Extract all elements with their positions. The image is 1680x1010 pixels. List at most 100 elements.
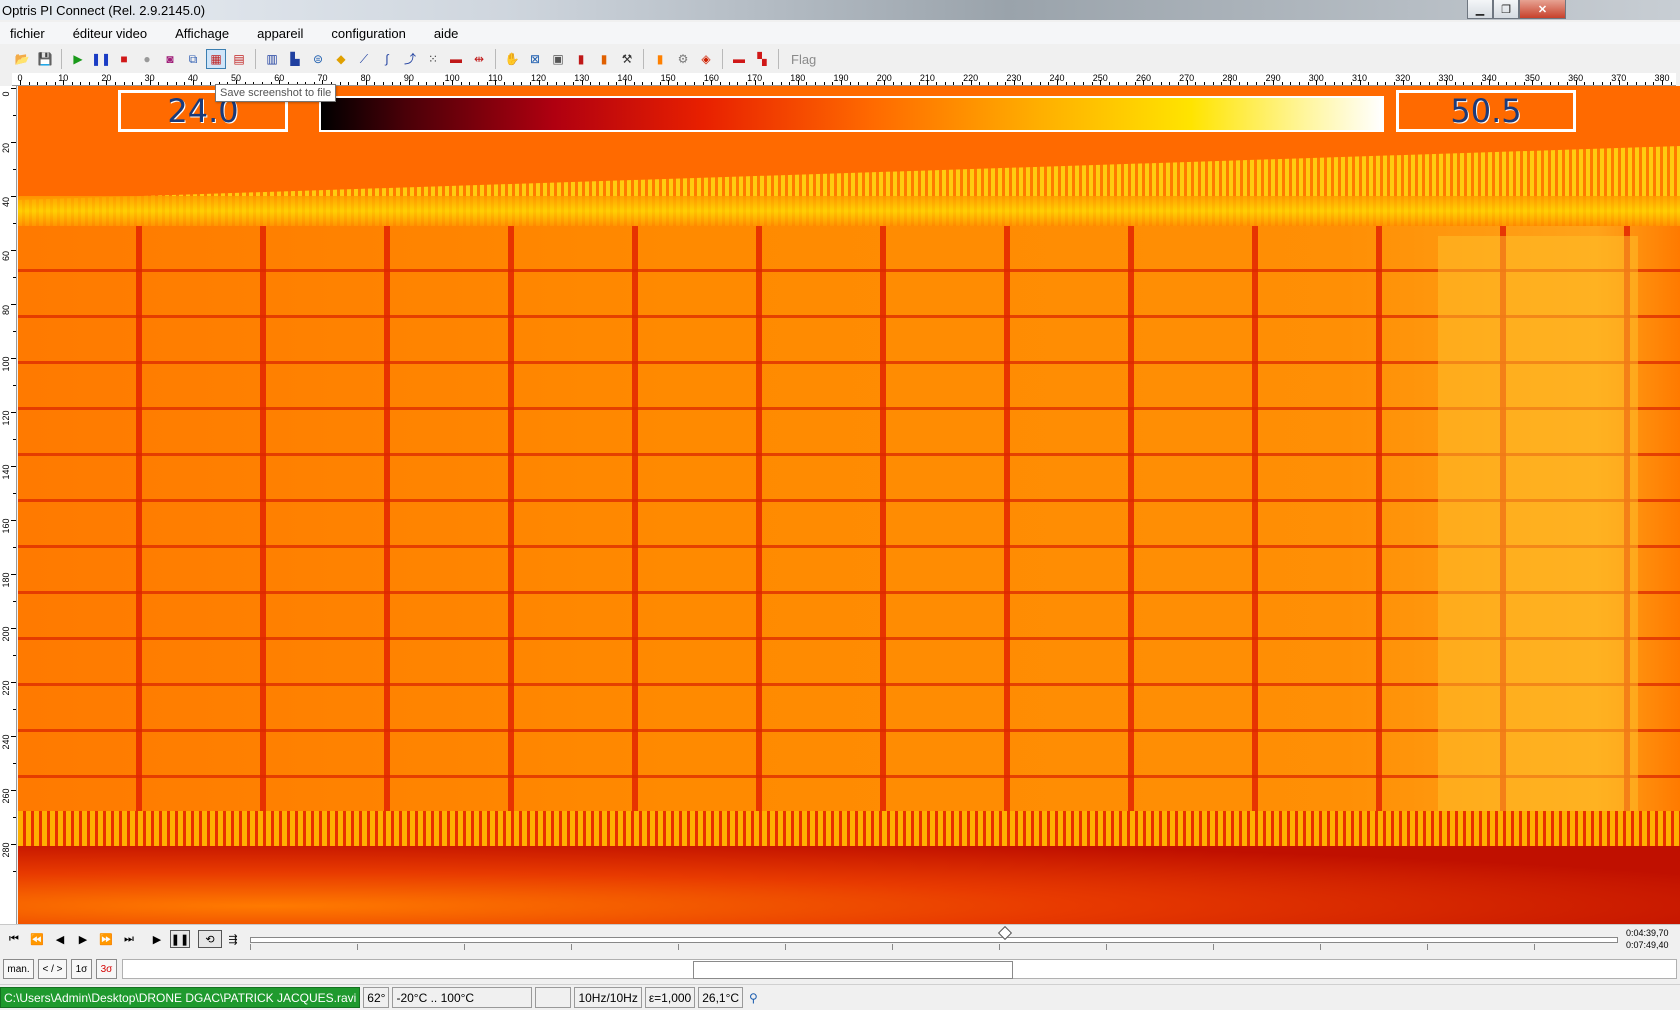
skip-start-icon[interactable]: ⏮ [4, 930, 24, 948]
zoom-fit-icon[interactable]: ⊠ [525, 49, 545, 69]
ruler-tick [866, 82, 868, 85]
close-button[interactable]: ✕ [1519, 0, 1566, 19]
ruler-tick [13, 655, 16, 656]
ruler-tick [728, 82, 730, 85]
ruler-tick [13, 331, 16, 332]
ruler-tick [1039, 82, 1041, 85]
menu-aide[interactable]: aide [430, 26, 463, 41]
skip-end-icon[interactable]: ⏭ [119, 930, 139, 948]
ruler-tick [11, 574, 16, 575]
ruler-tick [987, 82, 989, 85]
layout-icon[interactable]: ▤ [229, 49, 249, 69]
flag-button[interactable]: Flag [791, 52, 816, 67]
stop-icon[interactable]: ■ [114, 49, 134, 69]
record-icon[interactable]: ● [137, 49, 157, 69]
palette-alt-icon[interactable]: ▮ [594, 49, 614, 69]
rewind-icon[interactable]: ⏪ [27, 930, 47, 948]
loop-icon[interactable]: ⟲ [198, 930, 222, 948]
config-icon[interactable]: ⚙ [673, 49, 693, 69]
save-icon[interactable]: 💾 [35, 49, 55, 69]
manual-mode-button[interactable]: man. [3, 959, 34, 979]
ruler-tick [11, 88, 16, 89]
range-mode-button[interactable]: < / > [38, 959, 67, 979]
ruler-tick [1636, 82, 1638, 85]
ir-icon[interactable]: ▬ [729, 49, 749, 69]
save-screenshot-icon[interactable]: ▦ [206, 49, 226, 69]
line-graph-icon[interactable]: ⟋ [354, 49, 374, 69]
menu-fichier[interactable]: fichier [6, 26, 49, 41]
ruler-label: 260 [1, 788, 11, 804]
ruler-tick [1575, 80, 1577, 85]
range-slider-handle[interactable] [693, 961, 1013, 979]
export-icon[interactable]: ▚ [752, 49, 772, 69]
fill-icon[interactable]: ◆ [331, 49, 351, 69]
ruler-tick [339, 82, 341, 85]
ruler-tick [374, 82, 376, 85]
open-folder-icon[interactable]: 📂 [12, 49, 32, 69]
histogram-icon[interactable]: ▙ [285, 49, 305, 69]
crop-icon[interactable]: ▣ [548, 49, 568, 69]
scale-icon[interactable]: ⤴ [400, 49, 420, 69]
minimize-button[interactable]: ▁ [1467, 0, 1493, 19]
chart-icon[interactable]: ∫ [377, 49, 397, 69]
ruler-tick [1489, 80, 1491, 85]
ruler-tick [979, 82, 981, 85]
maximize-button[interactable]: ❐ [1493, 0, 1519, 19]
sequence-icon[interactable]: ⇶ [223, 930, 243, 948]
three-sigma-button[interactable]: 3σ [96, 959, 117, 979]
table-icon[interactable]: ▥ [262, 49, 282, 69]
hand-icon[interactable]: ✋ [502, 49, 522, 69]
ruler-tick [547, 82, 549, 85]
play-icon[interactable]: ▶ [68, 49, 88, 69]
ruler-tick [469, 82, 471, 85]
ruler-tick [1618, 80, 1620, 85]
play-icon[interactable]: ▶ [147, 930, 167, 948]
fast-forward-icon[interactable]: ⏩ [96, 930, 116, 948]
ruler-tick [1592, 82, 1594, 85]
range-slider[interactable] [122, 959, 1677, 979]
ruler-tick [901, 82, 903, 85]
ruler-tick [1117, 82, 1119, 85]
pin-icon[interactable]: ⚲ [746, 987, 761, 1008]
step-back-icon[interactable]: ◀ [50, 930, 70, 948]
step-forward-icon[interactable]: ▶ [73, 930, 93, 948]
time-total: 0:07:49,40 [1626, 940, 1669, 950]
ruler-tick [771, 82, 773, 85]
ruler-tick [149, 80, 151, 85]
ruler-tick [884, 80, 886, 85]
ruler-tick [521, 82, 523, 85]
file-path: C:\Users\Admin\Desktop\DRONE DGAC\PATRIC… [0, 987, 361, 1008]
timeline-track[interactable] [250, 937, 1618, 943]
ruler-tick [11, 736, 16, 737]
camera-icon[interactable]: ◙ [160, 49, 180, 69]
ruler-tick [11, 466, 16, 467]
copy-icon[interactable]: ⧉ [183, 49, 203, 69]
menu-affichage[interactable]: Affichage [171, 26, 233, 41]
temperature-range[interactable]: -20°C .. 100°C [392, 987, 533, 1008]
minimize-icon: ▁ [1475, 3, 1485, 16]
menu-configuration[interactable]: configuration [327, 26, 409, 41]
temperature-max-label[interactable]: 50.5 [1396, 90, 1576, 132]
profile-icon[interactable]: ⊜ [308, 49, 328, 69]
ruler-tick [1627, 82, 1629, 85]
measure-icon[interactable]: ▬ [446, 49, 466, 69]
menu-editeur-video[interactable]: éditeur video [69, 26, 151, 41]
ruler-tick [192, 80, 194, 85]
ruler-tick [11, 412, 16, 413]
flag-palette-icon[interactable]: ◈ [696, 49, 716, 69]
ruler-tick [1247, 82, 1249, 85]
grid-icon[interactable]: ⁙ [423, 49, 443, 69]
pause-icon[interactable]: ❚❚ [91, 49, 111, 69]
ruler-tick [11, 142, 16, 143]
ruler-tick [841, 80, 842, 85]
frame-rate: 10Hz/10Hz [574, 987, 642, 1008]
ruler-tick [140, 82, 142, 85]
menu-appareil[interactable]: appareil [253, 26, 307, 41]
one-sigma-button[interactable]: 1σ [71, 959, 92, 979]
tools-icon[interactable]: ⚒ [617, 49, 637, 69]
color-bar-icon[interactable]: ▮ [650, 49, 670, 69]
palette-icon[interactable]: ▮ [571, 49, 591, 69]
pause-icon[interactable]: ❚❚ [170, 930, 190, 948]
thermal-image[interactable]: 24.0 50.5 [18, 86, 1680, 924]
ruler-icon[interactable]: ⇹ [469, 49, 489, 69]
